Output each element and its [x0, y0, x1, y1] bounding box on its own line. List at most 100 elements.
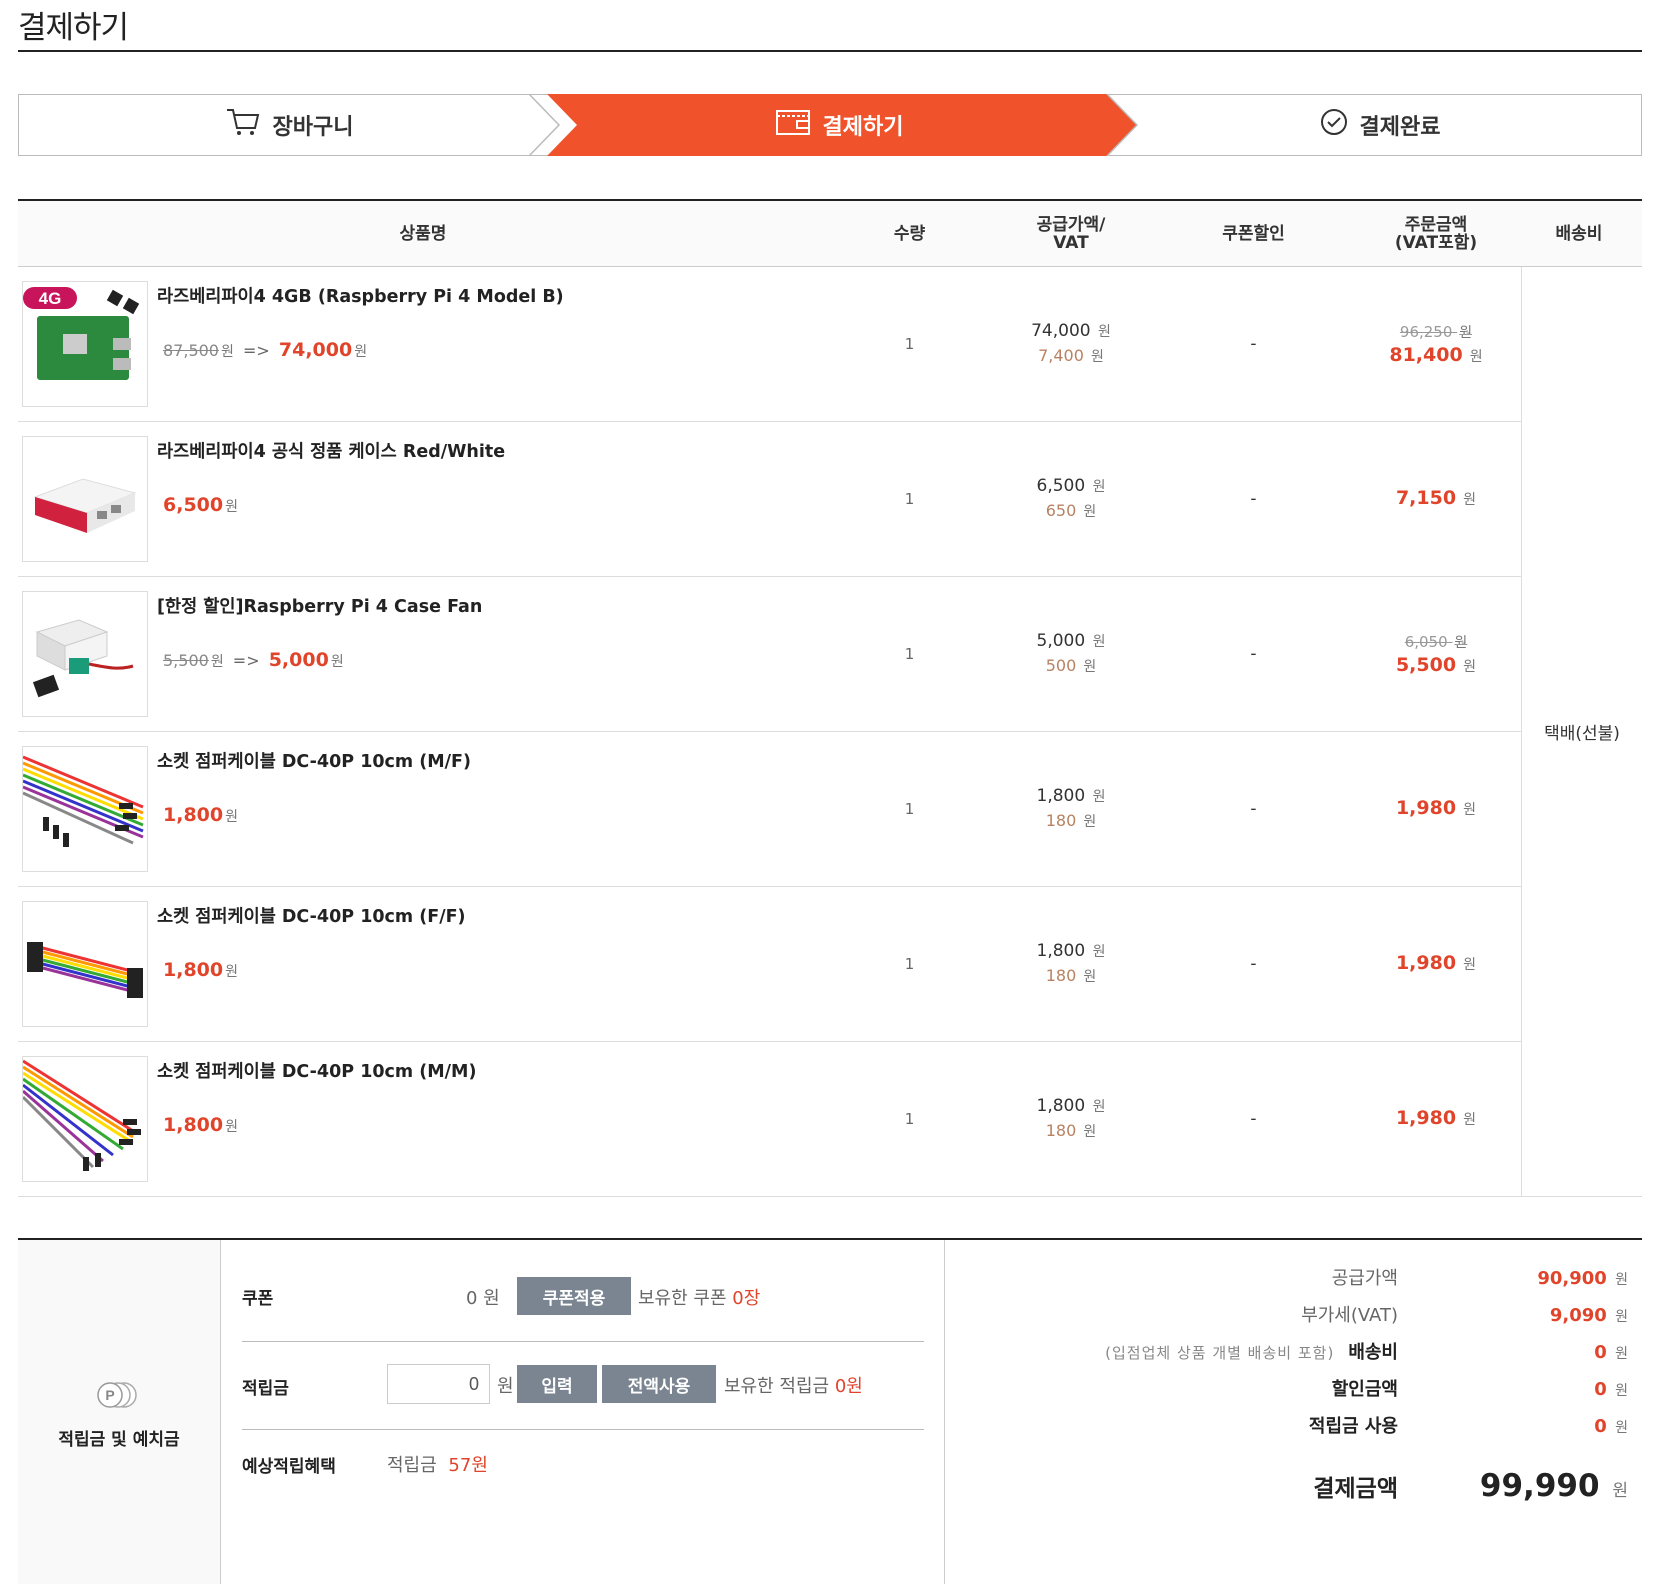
sale-price: 1,800 — [163, 1114, 224, 1136]
vat-value: 500 원 — [1045, 656, 1097, 675]
discount-total-row: 할인금액 0 원 — [1332, 1375, 1628, 1401]
cart-icon — [225, 107, 261, 143]
step-payment: 결제하기 — [559, 95, 1119, 155]
table-row: 4G 라즈베리파이4 4GB (Raspberry Pi 4 Model B) … — [18, 267, 1521, 422]
product-thumbnail[interactable] — [22, 901, 148, 1027]
header-supply: 공급가액/ VAT — [991, 216, 1151, 252]
coupon-value: - — [1250, 799, 1257, 819]
shipping-method: 택배(선불) — [1521, 267, 1642, 1197]
product-thumbnail[interactable] — [22, 436, 148, 562]
product-name[interactable]: 소켓 점퍼케이블 DC-40P 10cm (M/F) — [157, 748, 471, 773]
total-cell: 1,980 원 — [1356, 887, 1516, 1041]
totals-panel: 공급가액 90,900 원 부가세(VAT) 9,090 원 (입점업체 상품 … — [944, 1240, 1642, 1584]
expected-reward-row: 예상적립혜택 적립금 57원 — [242, 1430, 924, 1490]
point-coins-icon: P — [94, 1380, 144, 1415]
order-table: 상품명 수량 공급가액/ VAT 쿠폰할인 주문금액 (VAT포함) 배송비 택… — [18, 199, 1642, 1197]
supply-vat-cell: 5,000 원 500 원 — [991, 577, 1151, 731]
total-value: 81,400 원 — [1389, 343, 1483, 366]
product-name[interactable]: [한정 할인]Raspberry Pi 4 Case Fan — [157, 593, 482, 618]
header-supply-line1: 공급가액/ — [1036, 214, 1106, 235]
shipping-total-value: 0 원 — [1594, 1342, 1628, 1363]
product-cell: 소켓 점퍼케이블 DC-40P 10cm (M/M) 1,800 원 — [18, 1042, 828, 1196]
wallet-icon — [775, 108, 811, 142]
product-price: 6,500 원 — [163, 494, 238, 516]
product-price: 1,800 원 — [163, 1114, 238, 1136]
step-payment-label: 결제하기 — [822, 115, 904, 140]
header-total-line1: 주문금액 — [1404, 214, 1468, 235]
total-value: 1,980 원 — [1395, 797, 1477, 819]
total-cell: 1,980 원 — [1356, 1042, 1516, 1196]
product-thumbnail[interactable] — [22, 746, 148, 872]
header-product-name: 상품명 — [399, 223, 447, 244]
grand-total-row: 결제금액 99,990 원 — [1313, 1468, 1628, 1504]
total-value: 7,150 원 — [1395, 487, 1477, 509]
product-cell: [한정 할인]Raspberry Pi 4 Case Fan 5,500 원 =>… — [18, 577, 828, 731]
supply-value: 1,800 원 — [1036, 941, 1106, 961]
page-title: 결제하기 — [18, 10, 129, 46]
header-total: 주문금액 (VAT포함) — [1356, 216, 1516, 252]
coupon-row: 쿠폰 0 원 쿠폰적용 보유한 쿠폰 0장 — [242, 1240, 924, 1342]
reward-label: 적립금 — [242, 1379, 289, 1399]
shipping-total-row: (입점업체 상품 개별 배송비 포함) 배송비 0 원 — [1105, 1338, 1628, 1364]
product-price: 87,500 원 => 74,000 원 — [163, 339, 367, 361]
qty-value: 1 — [904, 955, 915, 973]
checkout-steps: 장바구니 결제하기 결제완료 — [18, 94, 1642, 156]
supply-vat-cell: 1,800 원 180 원 — [991, 887, 1151, 1041]
svg-text:4G: 4G — [39, 289, 62, 308]
vat-total-value: 9,090 원 — [1549, 1305, 1628, 1326]
coupon-value: - — [1250, 644, 1257, 664]
sale-price: 1,800 — [163, 959, 224, 981]
coupon-label: 쿠폰 — [242, 1289, 274, 1309]
points-section-label: P 적립금 및 예치금 — [18, 1240, 221, 1584]
owned-reward: 보유한 적립금 0원 — [724, 1376, 863, 1397]
vat-value: 180 원 — [1045, 966, 1097, 985]
header-qty: 수량 — [893, 223, 926, 244]
shipping-total-label: 배송비 — [1348, 1342, 1398, 1363]
product-thumbnail[interactable] — [22, 591, 148, 717]
total-original: 6,050 원 — [1404, 632, 1468, 651]
table-row: 라즈베리파이4 공식 정품 케이스 Red/White 6,500 원 1 6,5… — [18, 422, 1521, 577]
vat-total-label: 부가세(VAT) — [1301, 1305, 1398, 1326]
price-arrow: => — [232, 651, 260, 670]
reward-use-label: 적립금 사용 — [1308, 1416, 1398, 1437]
points-form: 쿠폰 0 원 쿠폰적용 보유한 쿠폰 0장 적립금 원 입력 전액사용 보유한 … — [242, 1240, 924, 1490]
product-name[interactable]: 라즈베리파이4 공식 정품 케이스 Red/White — [157, 438, 505, 463]
step-cart: 장바구니 — [19, 95, 559, 155]
product-price: 1,800 원 — [163, 959, 238, 981]
total-cell: 6,050 원 5,500 원 — [1356, 577, 1516, 731]
supply-total-label: 공급가액 — [1331, 1268, 1398, 1289]
reward-amount-input[interactable] — [387, 1364, 490, 1404]
reward-use-row: 적립금 사용 0 원 — [1309, 1412, 1628, 1438]
product-cell: 소켓 점퍼케이블 DC-40P 10cm (M/F) 1,800 원 — [18, 732, 828, 886]
step-cart-label: 장바구니 — [272, 115, 354, 140]
coupon-value: - — [1250, 334, 1257, 354]
product-name[interactable]: 소켓 점퍼케이블 DC-40P 10cm (M/M) — [157, 1058, 476, 1083]
step-complete-label: 결제완료 — [1359, 115, 1441, 140]
product-thumbnail[interactable]: 4G — [22, 281, 148, 407]
reward-input-button[interactable]: 입력 — [517, 1365, 597, 1403]
product-thumbnail[interactable] — [22, 1056, 148, 1182]
product-name[interactable]: 소켓 점퍼케이블 DC-40P 10cm (F/F) — [157, 903, 466, 928]
check-circle-icon — [1320, 108, 1348, 142]
coupon-value: - — [1250, 489, 1257, 509]
vat-value: 180 원 — [1045, 1121, 1097, 1140]
step-complete: 결제완료 — [1119, 95, 1641, 155]
supply-value: 6,500 원 — [1036, 476, 1106, 496]
vat-total-row: 부가세(VAT) 9,090 원 — [1301, 1301, 1628, 1327]
header-coupon: 쿠폰할인 — [1222, 223, 1285, 244]
coupon-value: - — [1250, 954, 1257, 974]
discount-total-value: 0 원 — [1594, 1379, 1628, 1400]
supply-value: 1,800 원 — [1036, 1096, 1106, 1116]
header-total-line2: (VAT포함) — [1394, 232, 1478, 253]
qty-value: 1 — [904, 800, 915, 818]
supply-value: 1,800 원 — [1036, 786, 1106, 806]
grand-total-value: 99,990 원 — [1479, 1468, 1628, 1504]
total-original: 96,250 원 — [1399, 322, 1473, 341]
header-shipping: 배송비 — [1555, 223, 1603, 244]
use-all-reward-button[interactable]: 전액사용 — [602, 1365, 716, 1403]
apply-coupon-button[interactable]: 쿠폰적용 — [517, 1277, 631, 1315]
supply-vat-cell: 74,000 원 7,400 원 — [991, 267, 1151, 421]
product-name[interactable]: 라즈베리파이4 4GB (Raspberry Pi 4 Model B) — [157, 283, 564, 308]
supply-total-row: 공급가액 90,900 원 — [1332, 1264, 1628, 1290]
original-price: 87,500 — [163, 341, 219, 360]
